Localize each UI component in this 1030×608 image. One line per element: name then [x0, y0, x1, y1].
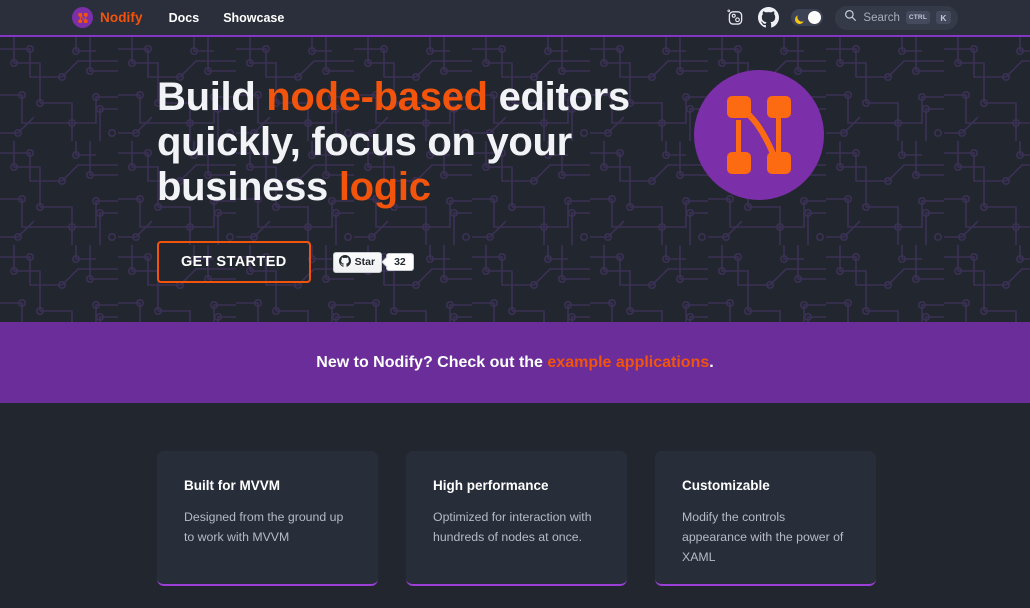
hero-title-accent-1: node-based: [266, 75, 488, 119]
search-input[interactable]: Search CTRL K: [835, 5, 958, 30]
promo-text-after: .: [709, 353, 714, 371]
brand-logo[interactable]: Nodify: [72, 7, 143, 28]
nodify-node-logo-icon: [693, 70, 824, 205]
github-icon: [338, 254, 351, 270]
page-title: Build node-based editors quickly, focus …: [157, 75, 630, 210]
feature-card-title: High performance: [433, 478, 549, 493]
feature-card-performance: High performance Optimized for interacti…: [406, 451, 627, 586]
feature-card-title: Built for MVVM: [184, 478, 280, 493]
main-nav: Docs Showcase: [169, 11, 285, 25]
feature-card-description: Optimized for interaction with hundreds …: [433, 510, 592, 544]
promo-banner: New to Nodify? Check out the example app…: [0, 322, 1030, 403]
features-section: Built for MVVM Designed from the ground …: [0, 403, 1030, 608]
feature-card-mvvm: Built for MVVM Designed from the ground …: [157, 451, 378, 586]
github-star-button[interactable]: Star: [332, 251, 383, 273]
brand-name: Nodify: [100, 10, 143, 25]
discord-icon[interactable]: [725, 7, 746, 28]
hero-title-line-2: quickly, focus on your: [157, 120, 572, 164]
search-icon: [844, 9, 857, 27]
search-placeholder: Search: [863, 11, 900, 24]
example-applications-link[interactable]: example applications: [547, 354, 709, 371]
nodify-landing-page: Nodify Docs Showcase Search CTRL K Build…: [0, 0, 1030, 608]
hero-actions: GET STARTED Star 32: [157, 241, 630, 283]
feature-card-description: Designed from the ground up to work with…: [184, 510, 344, 544]
hero-title-part-1: Build: [157, 75, 267, 119]
feature-card-description: Modify the controls appearance with the …: [682, 510, 844, 564]
theme-toggle-knob: [808, 11, 822, 24]
site-header: Nodify Docs Showcase Search CTRL K: [0, 0, 1030, 37]
feature-card-title: Customizable: [682, 478, 770, 493]
search-kbd-k: K: [936, 11, 951, 24]
nodify-node-logo-icon: [72, 7, 93, 28]
feature-card-customizable: Customizable Modify the controls appeara…: [655, 451, 876, 586]
promo-banner-text: New to Nodify? Check out the example app…: [316, 354, 713, 372]
search-kbd-ctrl: CTRL: [905, 11, 930, 24]
hero-section: Build node-based editors quickly, focus …: [0, 37, 1030, 322]
get-started-button[interactable]: GET STARTED: [157, 241, 311, 283]
github-star-widget: Star 32: [332, 251, 414, 273]
hero-title-accent-2: logic: [338, 165, 431, 209]
moon-icon: [794, 12, 805, 30]
header-actions: Search CTRL K: [725, 5, 958, 30]
theme-toggle[interactable]: [791, 9, 824, 26]
hero-text-block: Build node-based editors quickly, focus …: [157, 75, 630, 283]
hero-title-part-2: editors: [487, 75, 631, 119]
nav-item-docs[interactable]: Docs: [169, 11, 200, 25]
github-star-count[interactable]: 32: [386, 253, 414, 271]
hero-title-part-3: business: [157, 165, 339, 209]
github-star-label: Star: [354, 256, 376, 268]
feature-cards: Built for MVVM Designed from the ground …: [0, 403, 1030, 586]
github-icon[interactable]: [758, 7, 780, 28]
promo-text-before: New to Nodify? Check out the: [316, 353, 548, 371]
nav-item-showcase[interactable]: Showcase: [223, 11, 284, 25]
